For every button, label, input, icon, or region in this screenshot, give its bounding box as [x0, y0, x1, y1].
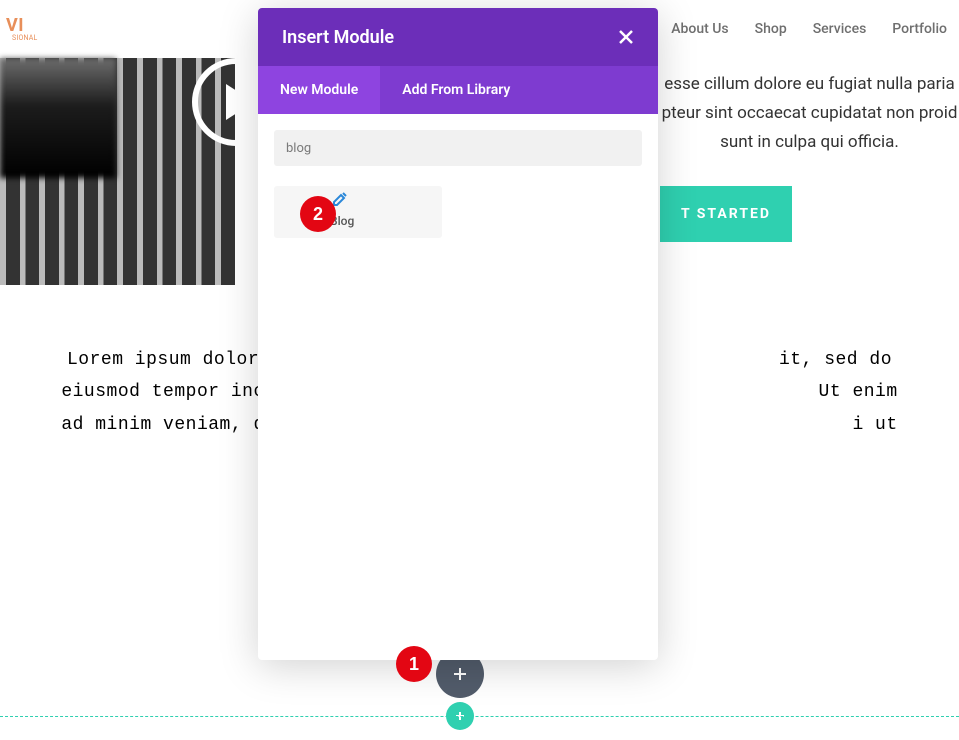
hero-line-3: sunt in culpa qui officia.	[660, 128, 959, 157]
hero-copy: esse cillum dolore eu fugiat nulla paria…	[660, 70, 959, 157]
nav-about[interactable]: About Us	[671, 21, 728, 37]
cta-label: T STARTED	[681, 206, 771, 222]
modal-close-button[interactable]	[618, 29, 634, 45]
annotation-marker-2: 2	[300, 196, 336, 232]
row-divider	[0, 716, 959, 717]
logo-text: VI	[6, 15, 24, 36]
insert-module-modal: Insert Module New Module Add From Librar…	[258, 8, 658, 660]
close-icon	[618, 29, 634, 45]
site-logo[interactable]: VI SIONAL	[12, 16, 37, 42]
search-value: blog	[286, 141, 311, 156]
nav-services[interactable]: Services	[813, 21, 867, 37]
modal-tabs: New Module Add From Library	[258, 66, 658, 114]
nav-links: About Us Shop Services Portfolio	[671, 21, 947, 37]
tab-library-label: Add From Library	[402, 82, 510, 98]
tab-new-module[interactable]: New Module	[258, 66, 380, 114]
get-started-button[interactable]: T STARTED	[660, 186, 792, 242]
nav-portfolio[interactable]: Portfolio	[892, 21, 947, 37]
module-search-input[interactable]: blog	[274, 130, 642, 166]
tab-new-module-label: New Module	[280, 82, 358, 98]
hero-line-2: pteur sint occaecat cupidatat non proid	[660, 99, 959, 128]
logo-subtext: SIONAL	[12, 34, 37, 42]
annotation-marker-1: 1	[396, 646, 432, 682]
nav-shop[interactable]: Shop	[755, 21, 787, 37]
tab-add-from-library[interactable]: Add From Library	[380, 66, 532, 114]
plus-icon	[453, 667, 467, 681]
hero-line-1: esse cillum dolore eu fugiat nulla paria	[660, 70, 959, 99]
modal-body: blog Blog	[258, 114, 658, 254]
modal-title: Insert Module	[282, 27, 394, 48]
hero-blur	[0, 58, 116, 178]
modal-header: Insert Module	[258, 8, 658, 66]
play-icon	[226, 84, 254, 120]
